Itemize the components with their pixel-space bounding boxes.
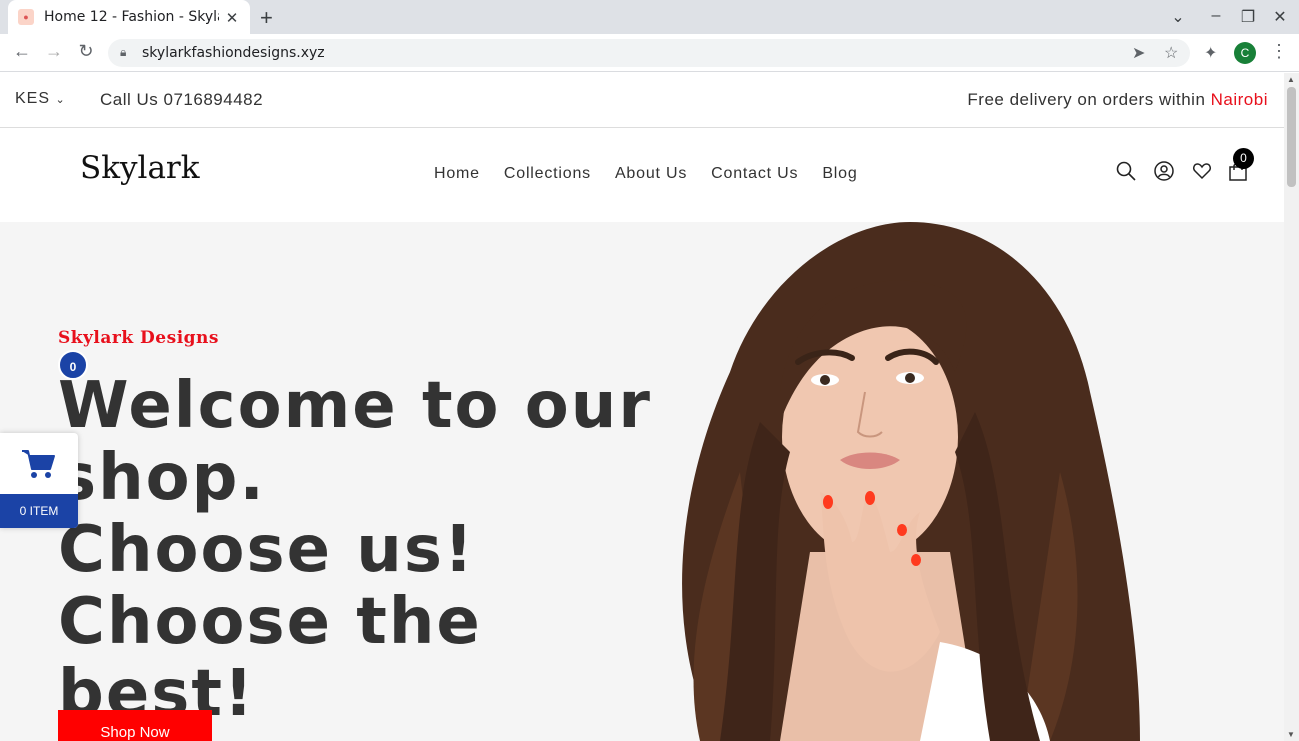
floating-cart-widget[interactable]: 0 ITEM: [0, 433, 78, 528]
floating-cart-label: 0 ITEM: [0, 494, 78, 528]
browser-tab-strip: ● Home 12 - Fashion - Skylark ✕ + ⌄ – ❐ …: [0, 0, 1299, 34]
tab-search-icon[interactable]: ⌄: [1168, 7, 1188, 27]
chevron-down-icon: ⌄: [55, 94, 66, 106]
forward-icon[interactable]: →: [42, 41, 66, 62]
search-icon[interactable]: [1114, 161, 1138, 187]
headline-line: Choose us!: [58, 513, 476, 587]
extensions-puzzle-icon[interactable]: ✦: [1204, 43, 1217, 63]
site-logo[interactable]: Skylark: [80, 150, 200, 186]
cart-count-badge: 0: [1233, 148, 1254, 169]
browser-toolbar: ← → ↻ 🔒︎ skylarkfashiondesigns.xyz ➤ ☆ ✦…: [0, 34, 1299, 72]
hero-model-image: [682, 222, 1140, 741]
headline-line: Choose the best!: [58, 585, 482, 731]
currency-label: KES: [15, 90, 51, 107]
site-favicon-icon: ●: [18, 9, 34, 25]
delivery-text: Free delivery on orders within: [967, 90, 1211, 109]
back-icon[interactable]: ←: [10, 41, 34, 62]
nav-home[interactable]: Home: [434, 165, 480, 183]
hero-eyebrow: Skylark Designs: [58, 328, 219, 348]
scroll-up-icon[interactable]: ▲: [1287, 75, 1295, 84]
floating-cart-badge: 0: [58, 350, 88, 380]
scroll-down-icon[interactable]: ▼: [1287, 730, 1295, 739]
hero-banner: Skylark Designs Welcome to our shop. Cho…: [0, 222, 1284, 741]
site-header: Skylark Home Collections About Us Contac…: [0, 128, 1284, 222]
headline-line: Welcome to our: [58, 369, 652, 443]
address-bar[interactable]: 🔒︎ skylarkfashiondesigns.xyz ➤ ☆: [108, 39, 1190, 67]
currency-selector[interactable]: KES ⌄: [15, 90, 66, 108]
scrollbar-thumb[interactable]: [1287, 87, 1296, 187]
url-text: skylarkfashiondesigns.xyz: [142, 45, 325, 61]
nav-blog[interactable]: Blog: [822, 165, 857, 183]
close-tab-icon[interactable]: ✕: [224, 9, 240, 27]
reload-icon[interactable]: ↻: [74, 41, 98, 62]
account-icon[interactable]: [1152, 161, 1176, 187]
lock-icon: 🔒︎: [120, 45, 127, 59]
close-window-icon[interactable]: ✕: [1270, 7, 1290, 27]
send-icon[interactable]: ➤: [1132, 43, 1145, 63]
shop-now-button[interactable]: Shop Now: [58, 710, 212, 741]
page-scrollbar[interactable]: ▲ ▼: [1284, 73, 1299, 741]
delivery-city: Nairobi: [1210, 90, 1268, 109]
bookmark-star-icon[interactable]: ☆: [1164, 43, 1178, 63]
profile-avatar[interactable]: C: [1234, 42, 1256, 64]
tab-title: Home 12 - Fashion - Skylark: [44, 9, 219, 25]
web-page: KES ⌄ Call Us 0716894482 Free delivery o…: [0, 73, 1284, 741]
restore-icon[interactable]: ❐: [1238, 7, 1258, 27]
call-us-text: Call Us 0716894482: [100, 90, 264, 109]
nav-collections[interactable]: Collections: [504, 165, 591, 183]
headline-line: shop.: [58, 441, 266, 515]
wishlist-heart-icon[interactable]: [1190, 161, 1214, 187]
delivery-notice: Free delivery on orders within Nairobi: [967, 90, 1268, 110]
browser-menu-icon[interactable]: ⋮: [1270, 41, 1288, 62]
top-info-bar: KES ⌄ Call Us 0716894482 Free delivery o…: [0, 73, 1284, 128]
cart-icon: [22, 450, 55, 478]
browser-tab[interactable]: ● Home 12 - Fashion - Skylark ✕: [8, 0, 250, 34]
new-tab-icon[interactable]: +: [260, 5, 273, 31]
nav-contact-us[interactable]: Contact Us: [711, 165, 798, 183]
minimize-icon[interactable]: –: [1206, 7, 1226, 25]
nav-about-us[interactable]: About Us: [615, 165, 687, 183]
hero-headline: Welcome to our shop. Choose us! Choose t…: [58, 370, 658, 730]
main-nav: Home Collections About Us Contact Us Blo…: [434, 165, 858, 183]
